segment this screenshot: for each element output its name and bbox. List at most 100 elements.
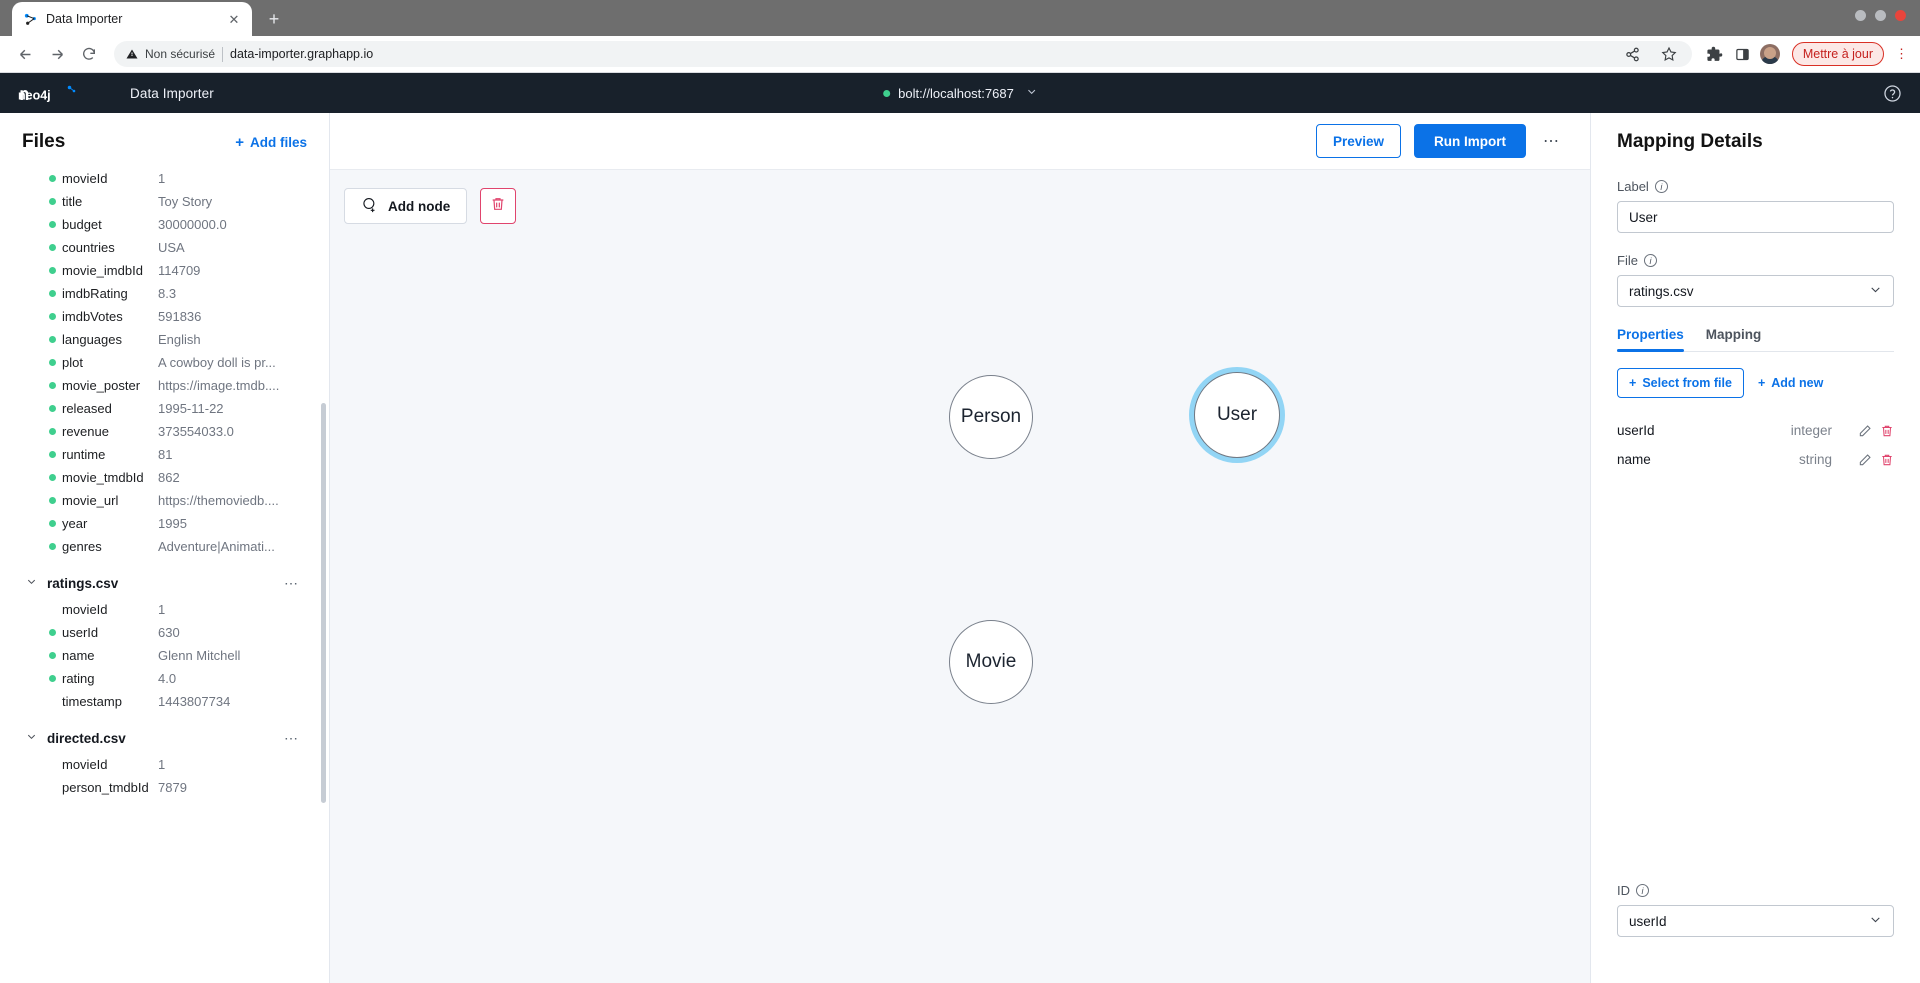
field-row[interactable]: imdbRating 8.3 xyxy=(0,282,329,305)
window-controls xyxy=(1855,10,1906,21)
field-row[interactable]: countries USA xyxy=(0,236,329,259)
more-horizontal-icon[interactable]: ⋯ xyxy=(1539,131,1564,151)
side-panel-icon[interactable] xyxy=(1732,43,1754,65)
update-button[interactable]: Mettre à jour xyxy=(1791,42,1884,66)
file-select[interactable]: ratings.csv xyxy=(1617,275,1894,307)
field-row[interactable]: plot A cowboy doll is pr... xyxy=(0,351,329,374)
info-icon[interactable]: i xyxy=(1636,884,1649,897)
field-row[interactable]: movie_tmdbId 862 xyxy=(0,466,329,489)
share-icon[interactable] xyxy=(1622,43,1644,65)
field-row[interactable]: year 1995 xyxy=(0,512,329,535)
pencil-icon[interactable] xyxy=(1858,453,1872,467)
field-row[interactable]: budget 30000000.0 xyxy=(0,213,329,236)
field-row[interactable]: timestamp 1443807734 xyxy=(0,690,329,713)
id-section: ID i userId xyxy=(1617,883,1894,937)
field-row[interactable]: imdbVotes 591836 xyxy=(0,305,329,328)
field-row[interactable]: released 1995-11-22 xyxy=(0,397,329,420)
add-new-property-button[interactable]: + Add new xyxy=(1758,376,1823,390)
mapped-indicator-dot xyxy=(49,405,56,412)
field-row[interactable]: movieId 1 xyxy=(0,598,329,621)
file-group-header[interactable]: directed.csv ⋯ xyxy=(0,723,329,753)
field-row[interactable]: name Glenn Mitchell xyxy=(0,644,329,667)
connection-status-dot xyxy=(883,89,891,97)
mapped-indicator-dot xyxy=(49,359,56,366)
run-import-button[interactable]: Run Import xyxy=(1414,124,1526,158)
delete-node-button[interactable] xyxy=(480,188,517,224)
arrow-left-icon[interactable] xyxy=(12,41,38,67)
preview-button[interactable]: Preview xyxy=(1315,124,1401,158)
field-row[interactable]: genres Adventure|Animati... xyxy=(0,535,329,558)
field-name: revenue xyxy=(62,424,109,439)
mapped-indicator-dot xyxy=(49,474,56,481)
select-from-file-button[interactable]: + Select from file xyxy=(1617,368,1744,398)
more-horizontal-icon[interactable]: ⋯ xyxy=(284,575,299,592)
file-field-label: File i xyxy=(1617,253,1894,268)
property-type: integer xyxy=(1790,423,1832,438)
file-group-header[interactable]: ratings.csv ⋯ xyxy=(0,568,329,598)
trash-icon[interactable] xyxy=(1880,424,1894,438)
info-icon[interactable]: i xyxy=(1654,180,1668,193)
star-icon[interactable] xyxy=(1658,43,1680,65)
close-window-button[interactable] xyxy=(1895,10,1906,21)
graph-node[interactable]: Person xyxy=(949,375,1033,459)
field-value: 81 xyxy=(158,447,173,462)
graph-node[interactable]: Movie xyxy=(949,620,1033,704)
field-row[interactable]: userId 630 xyxy=(0,621,329,644)
connection-selector[interactable]: bolt://localhost:7687 xyxy=(883,86,1037,101)
browser-tab[interactable]: Data Importer ✕ xyxy=(12,2,252,36)
field-row[interactable]: rating 4.0 xyxy=(0,667,329,690)
trash-icon[interactable] xyxy=(1880,453,1894,467)
help-circle-icon[interactable] xyxy=(1883,84,1902,103)
label-input[interactable]: User xyxy=(1617,201,1894,233)
file-group-name: directed.csv xyxy=(47,730,126,746)
plus-icon[interactable]: + xyxy=(260,5,288,33)
add-node-button[interactable]: Add node xyxy=(344,188,468,224)
field-row[interactable]: revenue 373554033.0 xyxy=(0,420,329,443)
minimize-button[interactable] xyxy=(1855,10,1866,21)
tab-mapping[interactable]: Mapping xyxy=(1706,327,1762,351)
avatar[interactable] xyxy=(1759,44,1780,64)
arrow-right-icon[interactable] xyxy=(44,41,70,67)
field-row[interactable]: movieId 1 xyxy=(0,753,329,776)
field-row[interactable]: person_tmdbId 7879 xyxy=(0,776,329,799)
tab-properties[interactable]: Properties xyxy=(1617,327,1684,352)
sidebar-scrollbar[interactable] xyxy=(321,403,326,803)
field-name: genres xyxy=(62,539,102,554)
close-icon[interactable]: ✕ xyxy=(226,11,242,27)
canvas-area: Preview Run Import ⋯ Add node Person Use… xyxy=(330,113,1590,983)
pencil-icon[interactable] xyxy=(1858,424,1872,438)
field-row[interactable]: runtime 81 xyxy=(0,443,329,466)
id-select[interactable]: userId xyxy=(1617,905,1894,937)
canvas-tools: Add node xyxy=(344,188,517,224)
address-bar[interactable]: Non sécurisé data-importer.graphapp.io xyxy=(114,41,1692,67)
field-name: movie_poster xyxy=(62,378,141,393)
field-name: title xyxy=(62,194,83,209)
more-horizontal-icon[interactable]: ⋯ xyxy=(284,730,299,747)
chevron-down-icon xyxy=(1026,86,1037,100)
reload-icon[interactable] xyxy=(76,41,102,67)
field-row[interactable]: languages English xyxy=(0,328,329,351)
graph-node[interactable]: User xyxy=(1194,372,1280,458)
graph-canvas[interactable]: Add node Person User Movie xyxy=(330,170,1590,983)
trash-icon xyxy=(490,196,506,217)
add-files-button[interactable]: + Add files xyxy=(235,135,307,150)
neo4j-favicon xyxy=(22,11,38,27)
field-row[interactable]: movieId 1 xyxy=(0,167,329,190)
field-row[interactable]: movie_imdbId 114709 xyxy=(0,259,329,282)
property-type: string xyxy=(1798,452,1832,467)
add-node-label: Add node xyxy=(388,198,451,214)
info-icon[interactable]: i xyxy=(1643,254,1657,267)
browser-toolbar: Non sécurisé data-importer.graphapp.io M… xyxy=(0,36,1920,73)
maximize-button[interactable] xyxy=(1875,10,1886,21)
kebab-menu-icon[interactable]: ⋮ xyxy=(1895,46,1908,62)
field-name: userId xyxy=(62,625,99,640)
field-row[interactable]: title Toy Story xyxy=(0,190,329,213)
files-list[interactable]: movieId 1 title Toy Story budget 30000000.0 co… xyxy=(0,167,329,983)
property-actions: + Select from file + Add new xyxy=(1617,368,1894,398)
field-row[interactable]: movie_url https://themoviedb.... xyxy=(0,489,329,512)
puzzle-icon[interactable] xyxy=(1704,43,1726,65)
field-row[interactable]: movie_poster https://image.tmdb.... xyxy=(0,374,329,397)
field-value: 114709 xyxy=(158,263,201,278)
mapped-indicator-dot xyxy=(49,675,56,682)
field-value: https://themoviedb.... xyxy=(158,493,279,508)
